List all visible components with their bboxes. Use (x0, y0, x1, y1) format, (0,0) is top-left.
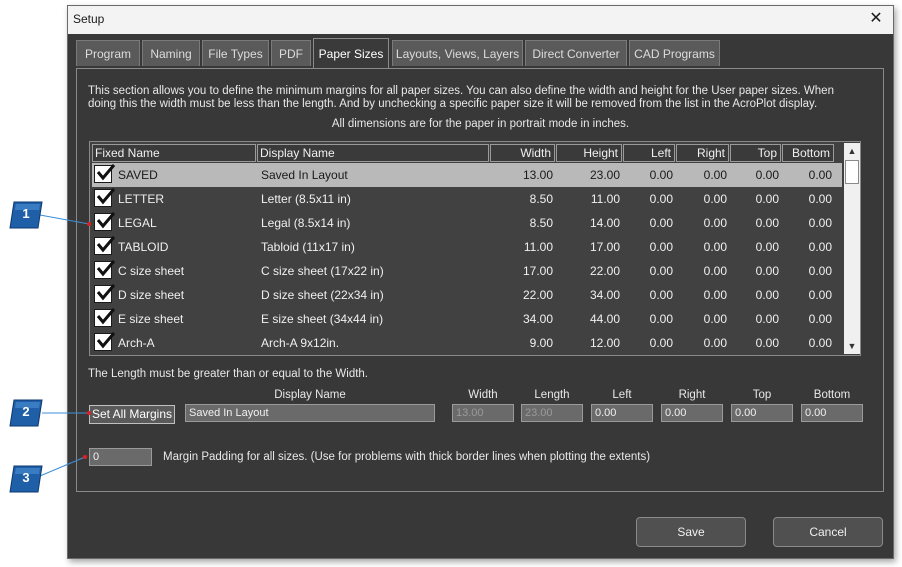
callout-3-number: 3 (22, 470, 30, 485)
callout-1-marker (87, 222, 91, 226)
callout-2-marker (87, 411, 91, 415)
callout-2-number: 2 (22, 404, 30, 419)
callout-badge-3: 3 (8, 462, 44, 498)
callout-badge-2: 2 (8, 396, 44, 432)
callout-1-number: 1 (22, 206, 30, 221)
callout-badge-1: 1 (8, 198, 44, 234)
callout-lines (39, 214, 91, 477)
callout-3-line (39, 456, 86, 477)
callout-3-marker (83, 455, 87, 459)
callout-1-line (39, 214, 90, 225)
